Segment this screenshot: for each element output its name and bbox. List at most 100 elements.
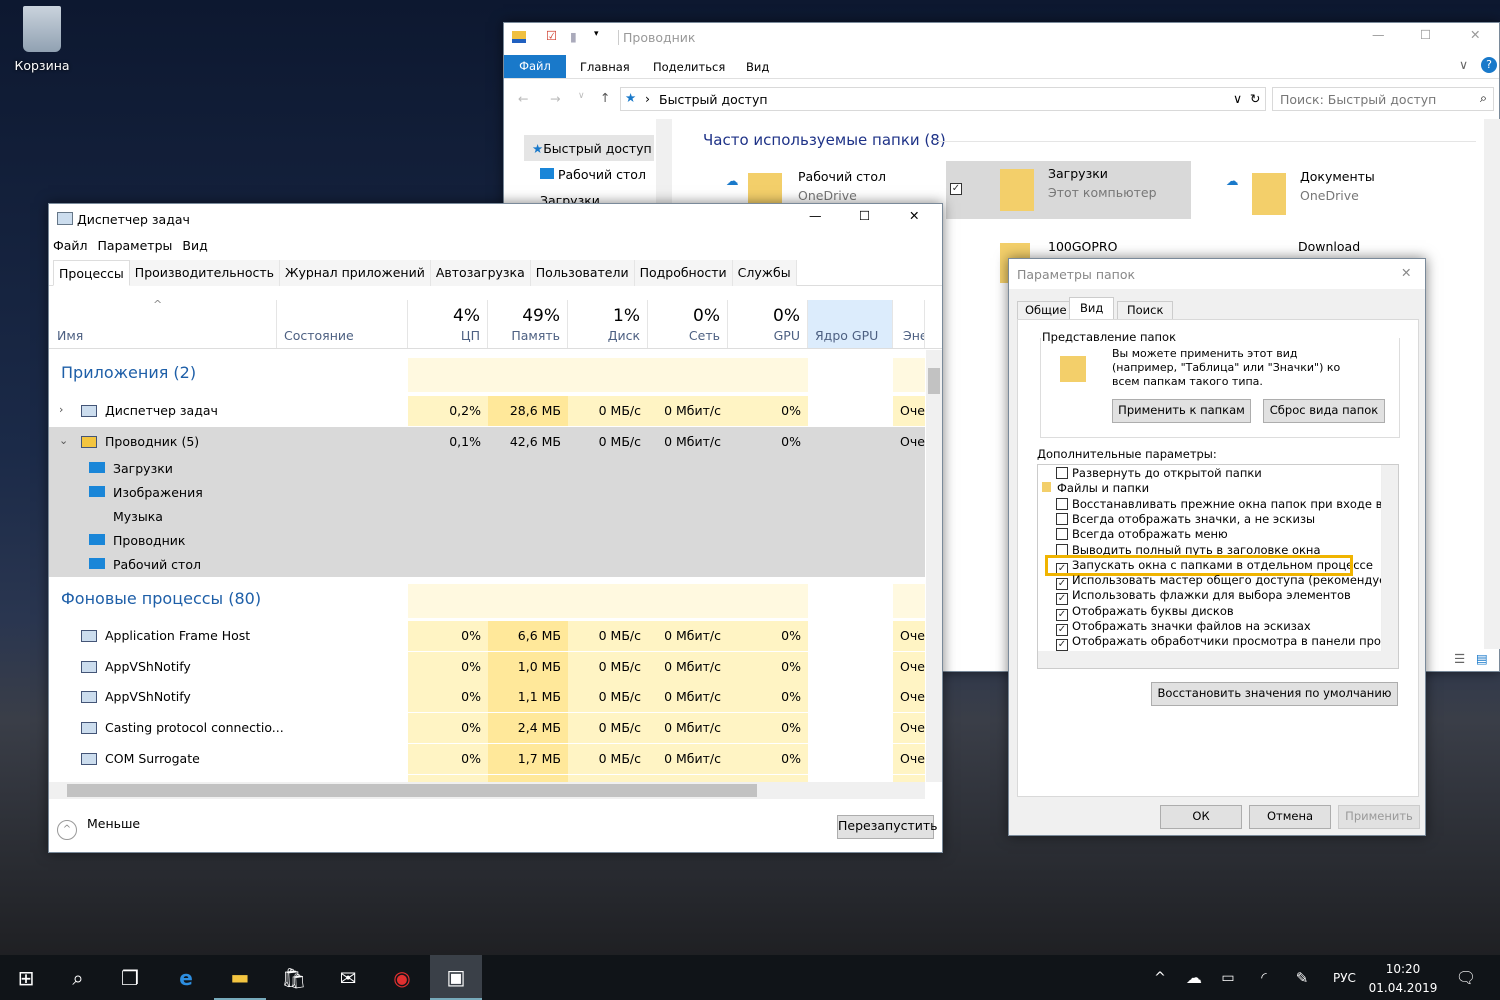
content-scrollbar[interactable] — [1484, 119, 1500, 649]
tab-search[interactable]: Поиск — [1117, 301, 1174, 319]
ok-button[interactable]: ОК — [1160, 805, 1242, 829]
background-group-header[interactable]: Фоновые процессы (80) — [61, 589, 261, 608]
setting-item[interactable]: ✓ Отображать значки файлов на эскизах — [1056, 619, 1311, 636]
scroll-thumb[interactable] — [928, 368, 940, 394]
nav-quick-access[interactable]: ★Быстрый доступ — [524, 135, 654, 161]
checkbox[interactable] — [1056, 512, 1068, 525]
setting-item[interactable]: Восстанавливать прежние окна папок при в… — [1056, 497, 1398, 512]
qat-dropdown-icon[interactable]: ▾ — [594, 29, 599, 39]
process-row[interactable]: Application Frame Host 0% 6,6 МБ 0 МБ/с 0 Мб… — [49, 621, 925, 651]
minimize-button[interactable]: — — [809, 208, 822, 223]
chevron-right-icon[interactable]: › — [59, 403, 63, 416]
file-explorer-icon[interactable]: ▬ — [214, 955, 266, 1000]
store-icon[interactable]: 🛍 — [268, 955, 320, 1000]
fewer-details-button[interactable]: ^ Меньше — [57, 816, 140, 840]
recent-dropdown-icon[interactable]: ∨ — [578, 91, 585, 101]
start-button[interactable]: ⊞ — [0, 955, 52, 1000]
nav-scrollbar[interactable] — [656, 119, 672, 209]
process-row[interactable]: Casting protocol connectio... 0% 2,4 МБ 0 М… — [49, 713, 925, 743]
horizontal-scrollbar[interactable] — [49, 782, 925, 799]
column-cpu[interactable]: 4% ЦП — [408, 300, 488, 348]
tab-3[interactable]: Автозагрузка — [430, 260, 531, 286]
list-horizontal-scrollbar[interactable] — [1038, 651, 1398, 668]
setting-item[interactable]: Всегда отображать меню — [1056, 527, 1228, 542]
refresh-button[interactable]: ↻ — [1250, 91, 1260, 106]
address-dropdown-icon[interactable]: ∨ — [1233, 91, 1242, 106]
tab-home[interactable]: Главная — [580, 60, 630, 74]
setting-item[interactable]: Выводить полный путь в заголовке окна — [1056, 543, 1321, 558]
tiles-view-icon[interactable]: ▤ — [1476, 651, 1488, 666]
tab-file[interactable]: Файл — [504, 55, 566, 78]
process-row[interactable]: AppVShNotify 0% 1,0 МБ 0 МБ/с 0 Мбит/с 0% Оче — [49, 652, 925, 682]
cancel-button[interactable]: Отмена — [1249, 805, 1331, 829]
new-folder-icon[interactable]: ▮ — [570, 29, 577, 44]
restore-defaults-button[interactable]: Восстановить значения по умолчанию — [1151, 682, 1398, 706]
chevron-down-icon[interactable]: ⌄ — [59, 434, 68, 447]
column-gpu[interactable]: 0% GPU — [728, 300, 808, 348]
column-status[interactable]: Состояние — [277, 300, 408, 348]
setting-item[interactable]: ✓ Отображать обработчики просмотра в пане… — [1056, 634, 1398, 652]
notifications-icon[interactable]: 🗨 — [1440, 955, 1492, 1000]
folder-tile-selected[interactable]: ✓ Загрузки Этот компьютер — [946, 161, 1191, 219]
scroll-thumb[interactable] — [67, 784, 757, 797]
nav-downloads[interactable]: Загрузки — [540, 193, 656, 203]
column-disk[interactable]: 1% Диск — [568, 300, 648, 348]
restart-button[interactable]: Перезапустить — [837, 815, 938, 839]
maximize-button[interactable]: ☐ — [1420, 27, 1431, 42]
menu-view[interactable]: Вид — [182, 238, 207, 253]
close-button[interactable]: ✕ — [1470, 27, 1480, 42]
process-row[interactable]: ⌄ Проводник (5) 0,1% 42,6 МБ 0 МБ/с 0 Мбит/с 0… — [49, 427, 925, 457]
process-row[interactable]: AppVShNotify 0% 1,1 МБ 0 МБ/с 0 Мбит/с 0% Оче — [49, 682, 925, 712]
tab-view[interactable]: Вид — [746, 60, 769, 74]
setting-item[interactable]: Всегда отображать значки, а не эскизы — [1056, 512, 1315, 527]
child-window-row[interactable]: Загрузки — [89, 457, 173, 481]
child-window-row[interactable]: Изображения — [89, 481, 203, 505]
task-view-button[interactable]: ❐ — [104, 955, 156, 1000]
apply-to-folders-button[interactable]: Применить к папкам — [1112, 399, 1251, 423]
column-network[interactable]: 0% Сеть — [648, 300, 728, 348]
checkbox[interactable] — [1056, 497, 1068, 510]
child-window-row[interactable]: Рабочий стол — [89, 553, 201, 577]
apply-button[interactable]: Применить — [1338, 805, 1420, 829]
search-button[interactable]: ⌕ — [52, 955, 104, 1000]
process-row[interactable]: › Диспетчер задач 0,2% 28,6 МБ 0 МБ/с 0 Мбит/… — [49, 396, 925, 426]
forward-button[interactable]: → — [550, 91, 560, 106]
ribbon-expand-icon[interactable]: ∨ — [1459, 57, 1468, 72]
properties-icon[interactable]: ☑ — [546, 28, 557, 43]
checkbox[interactable]: ✓ — [1056, 639, 1068, 652]
column-memory[interactable]: 49% Память — [488, 300, 568, 348]
setting-item[interactable]: ✓ Отображать буквы дисков — [1056, 604, 1234, 621]
checkbox[interactable] — [1056, 543, 1068, 556]
tab-6[interactable]: Службы — [732, 260, 797, 286]
minimize-button[interactable]: — — [1372, 27, 1385, 42]
setting-item[interactable]: ✓ Использовать мастер общего доступа (рек… — [1056, 573, 1398, 591]
folder-tile[interactable]: Download — [1196, 231, 1436, 261]
apps-group-header[interactable]: Приложения (2) — [61, 363, 196, 382]
checkbox[interactable] — [1056, 467, 1068, 479]
tab-4[interactable]: Пользователи — [530, 260, 635, 286]
tab-general[interactable]: Общие — [1017, 301, 1075, 319]
close-button[interactable]: ✕ — [909, 208, 919, 223]
vertical-scrollbar[interactable] — [926, 350, 942, 782]
clock[interactable]: 10:20 01.04.2019 — [1368, 960, 1438, 998]
process-row[interactable]: COM Surrogate 0% 1,7 МБ 0 МБ/с 0 Мбит/с 0% Оче — [49, 744, 925, 774]
address-bar[interactable]: ★ › Быстрый доступ ∨ — [620, 87, 1266, 111]
column-power[interactable]: Энерго — [893, 300, 925, 348]
tab-share[interactable]: Поделиться — [653, 60, 725, 74]
child-window-row[interactable]: Музыка — [89, 505, 163, 529]
help-icon[interactable]: ? — [1481, 57, 1497, 73]
app-red-icon[interactable]: ◉ — [376, 955, 428, 1000]
column-gpu-core[interactable]: Ядро GPU — [808, 300, 893, 348]
child-window-row[interactable]: Проводник — [89, 529, 186, 553]
mail-icon[interactable]: ✉ — [322, 955, 374, 1000]
language-indicator[interactable]: РУС — [1333, 971, 1356, 985]
tab-5[interactable]: Подробности — [634, 260, 733, 286]
up-button[interactable]: ↑ — [600, 90, 610, 105]
section-header[interactable]: Часто используемые папки (8) — [703, 131, 946, 149]
tab-1[interactable]: Производительность — [129, 260, 280, 286]
menu-options[interactable]: Параметры — [98, 238, 173, 253]
tab-view[interactable]: Вид — [1069, 297, 1115, 320]
folder-tile[interactable]: ☁ Документы OneDrive — [1196, 161, 1436, 221]
close-button[interactable]: ✕ — [1401, 265, 1411, 280]
details-view-icon[interactable]: ☰ — [1454, 651, 1465, 666]
